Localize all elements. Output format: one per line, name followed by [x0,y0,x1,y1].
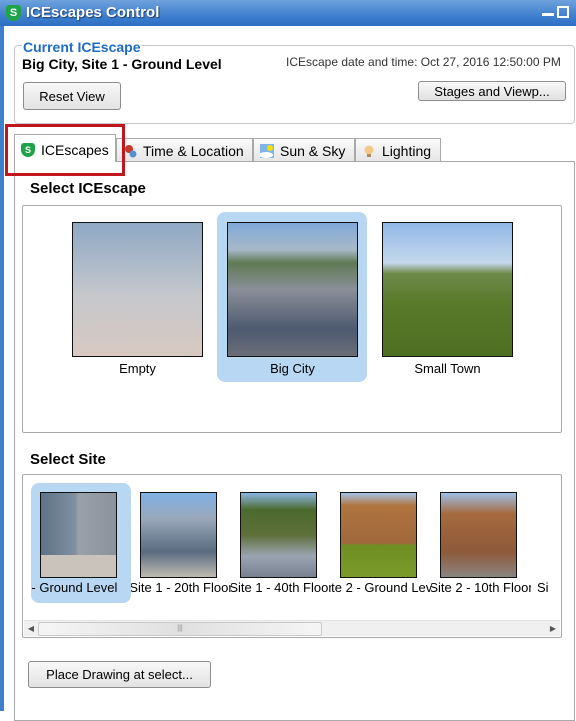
group-title: Current ICEscape [22,39,142,55]
site-label: Site 1 - 20th Floor [131,580,231,595]
highlight-annotation [5,124,125,176]
tab-sun-sky[interactable]: Sun & Sky [253,138,355,161]
site-list: Site 1 - Ground Level Site 1 - 20th Floo… [22,474,562,638]
site-label: Site 1 - Ground Level [31,580,118,595]
icescape-label: Big City [270,361,315,376]
s-shield-icon: S [6,5,21,21]
site-thumb[interactable] [340,492,417,578]
site-thumb[interactable] [240,492,317,578]
maximize-button[interactable] [557,6,569,18]
icescape-thumb-small-town[interactable] [382,222,513,357]
icescape-label: Small Town [414,361,481,376]
scroll-right-arrow-icon[interactable]: ▶ [546,621,560,637]
site-label: Site 2 - 10th Floor [431,580,531,595]
site-thumb[interactable] [440,492,517,578]
site-label: Site 2 - Ground Level [331,580,431,595]
current-icescape-name: Big City, Site 1 - Ground Level [22,56,222,72]
map-pin-clock-icon [125,145,137,158]
title-bar: S ICEscapes Control [0,0,576,26]
tab-lighting[interactable]: Lighting [355,138,441,161]
sun-sky-icon [260,144,274,158]
place-drawing-button[interactable]: Place Drawing at select... [28,661,211,688]
icescape-label: Empty [119,361,156,376]
scroll-left-arrow-icon[interactable]: ◀ [24,621,38,637]
site-thumb[interactable] [140,492,217,578]
window-title: ICEscapes Control [26,4,160,21]
icescape-thumb-big-city[interactable] [227,222,358,357]
select-site-heading: Select Site [30,451,106,468]
stages-and-viewpoints-button[interactable]: Stages and Viewp... [418,81,566,101]
scrollbar-thumb[interactable]: ||| [38,622,322,636]
icescape-datetime: ICEscape date and time: Oct 27, 2016 12:… [286,55,561,69]
minimize-button[interactable] [542,6,554,16]
reset-view-button[interactable]: Reset View [23,82,121,110]
site-label: Si [537,580,549,595]
site-label: Site 1 - 40th Floor [231,580,331,595]
tab-time-location[interactable]: Time & Location [116,138,253,161]
site-horizontal-scrollbar[interactable]: ◀ ||| ▶ [24,620,560,636]
icescape-thumb-empty[interactable] [72,222,203,357]
select-icescape-heading: Select ICEscape [30,180,146,197]
window-border [0,26,4,711]
light-bulb-icon [364,145,374,157]
site-thumb[interactable] [40,492,117,578]
